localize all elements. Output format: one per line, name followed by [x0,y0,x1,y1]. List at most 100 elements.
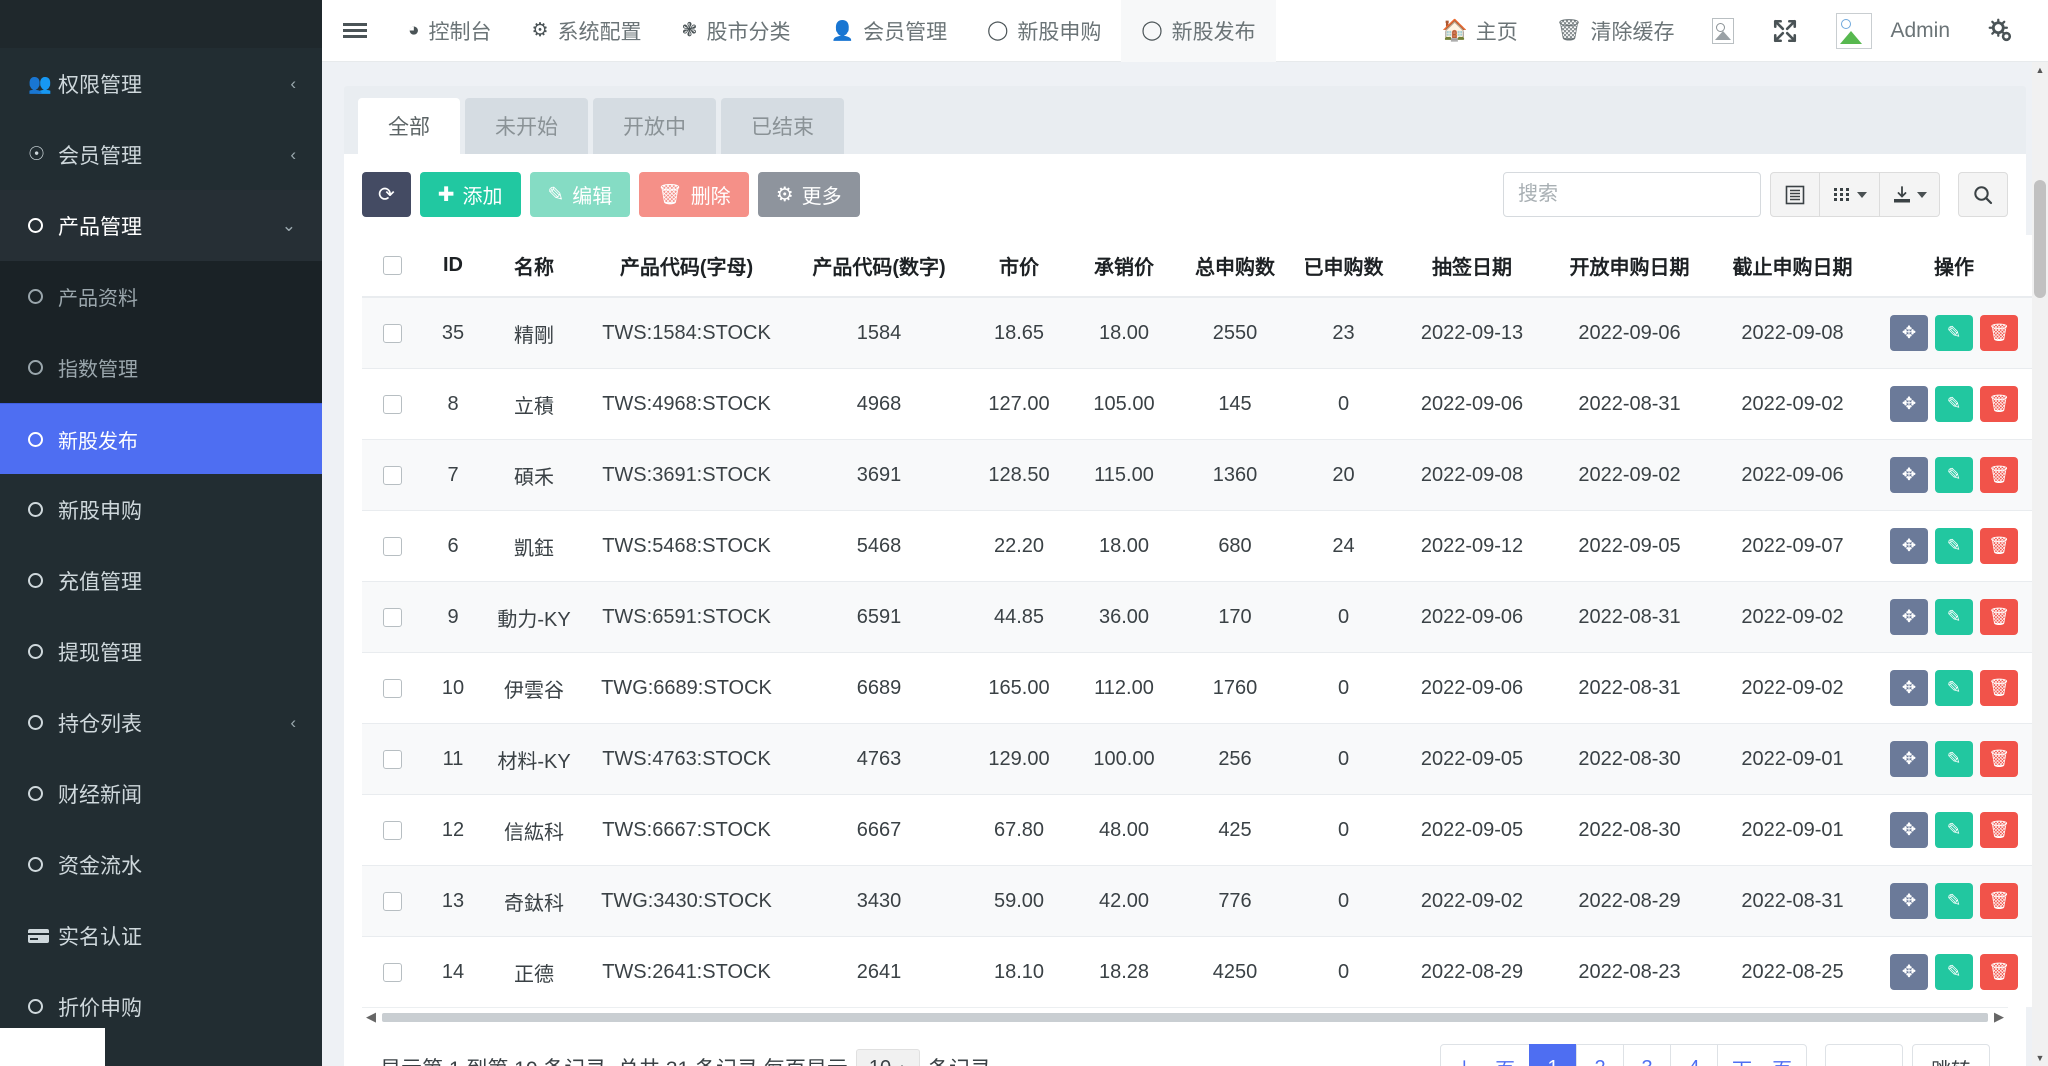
select-all-checkbox[interactable] [383,256,402,275]
row-delete-button[interactable]: 🗑 [1980,528,2018,564]
move-icon[interactable]: ✥ [1890,528,1928,564]
scroll-up-icon[interactable]: ▲ [2032,62,2048,78]
sidebar-item-9[interactable]: 持仓列表‹ [0,687,322,758]
row-delete-button[interactable]: 🗑 [1980,883,2018,919]
top-nav-3[interactable]: 👤会员管理 [810,0,967,62]
move-icon[interactable]: ✥ [1890,812,1928,848]
row-delete-button[interactable]: 🗑 [1980,670,2018,706]
tab-1[interactable]: 未开始 [465,98,588,154]
row-checkbox-cell[interactable] [362,866,422,937]
hamburger-icon[interactable] [322,0,388,62]
window-scrollbar[interactable]: ▲ ▼ [2032,62,2048,1066]
row-delete-button[interactable]: 🗑 [1980,741,2018,777]
row-edit-button[interactable]: ✎ [1935,741,1973,777]
table-row[interactable]: 35精剛TWS:1584:STOCK158418.6518.0025502320… [362,297,2034,369]
table-row[interactable]: 10伊雲谷TWG:6689:STOCK6689165.00112.0017600… [362,653,2034,724]
scroll-right-icon[interactable]: ▶ [1994,1009,2004,1025]
sidebar-item-3[interactable]: 产品资料 [0,261,322,332]
sidebar-item-7[interactable]: 充值管理 [0,545,322,616]
page-size-selector[interactable]: 10 [856,1049,920,1066]
move-icon[interactable]: ✥ [1890,670,1928,706]
broken-image-button[interactable] [1694,0,1752,62]
row-checkbox[interactable] [383,821,402,840]
export-dropdown-button[interactable] [1880,172,1940,217]
table-row[interactable]: 11材料-KYTWS:4763:STOCK4763129.00100.00256… [362,724,2034,795]
row-checkbox-cell[interactable] [362,653,422,724]
row-checkbox[interactable] [383,608,402,627]
top-nav-1[interactable]: ⚙系统配置 [511,0,661,62]
top-nav-2[interactable]: ❃股市分类 [662,0,811,62]
clear-cache-button[interactable]: 🗑 清除缓存 [1538,0,1693,62]
scroll-left-icon[interactable]: ◀ [366,1009,376,1025]
move-icon[interactable]: ✥ [1890,457,1928,493]
top-nav-5[interactable]: ◯新股发布 [1121,0,1275,62]
row-delete-button[interactable]: 🗑 [1980,315,2018,351]
horizontal-scrollbar[interactable]: ◀ ▶ [362,1007,2008,1026]
select-all-header[interactable] [362,235,422,297]
settings-button[interactable] [1970,0,2032,62]
refresh-button[interactable]: ⟳ [362,172,411,217]
row-checkbox[interactable] [383,750,402,769]
row-checkbox-cell[interactable] [362,795,422,866]
table-row[interactable]: 14正德TWS:2641:STOCK264118.1018.2842500202… [362,937,2034,1008]
columns-dropdown-button[interactable] [1820,172,1880,217]
window-scroll-thumb[interactable] [2034,180,2046,298]
sidebar-item-12[interactable]: 实名认证 [0,900,322,971]
row-edit-button[interactable]: ✎ [1935,599,1973,635]
jump-page-input[interactable] [1825,1044,1903,1066]
jump-button[interactable]: 跳转 [1912,1044,1990,1066]
search-button[interactable] [1958,172,2008,217]
move-icon[interactable]: ✥ [1890,315,1928,351]
row-checkbox-cell[interactable] [362,440,422,511]
row-checkbox-cell[interactable] [362,369,422,440]
page-button-1[interactable]: 1 [1529,1044,1577,1066]
next-page-button[interactable]: 下一页 [1717,1044,1807,1066]
list-view-button[interactable] [1770,172,1820,217]
row-edit-button[interactable]: ✎ [1935,954,1973,990]
top-nav-0[interactable]: ◕控制台 [388,0,511,62]
row-edit-button[interactable]: ✎ [1935,670,1973,706]
row-checkbox-cell[interactable] [362,511,422,582]
row-checkbox-cell[interactable] [362,937,422,1008]
tab-0[interactable]: 全部 [358,98,460,154]
fullscreen-button[interactable] [1754,0,1816,62]
tab-3[interactable]: 已结束 [721,98,844,154]
sidebar-item-8[interactable]: 提现管理 [0,616,322,687]
sidebar-item-10[interactable]: 财经新闻 [0,758,322,829]
table-row[interactable]: 13奇鈦科TWG:3430:STOCK343059.0042.007760202… [362,866,2034,937]
edit-button[interactable]: ✎ 编辑 [530,172,631,217]
row-checkbox[interactable] [383,892,402,911]
row-edit-button[interactable]: ✎ [1935,812,1973,848]
sidebar-item-11[interactable]: 资金流水 [0,829,322,900]
row-edit-button[interactable]: ✎ [1935,883,1973,919]
row-delete-button[interactable]: 🗑 [1980,812,2018,848]
row-delete-button[interactable]: 🗑 [1980,954,2018,990]
page-button-3[interactable]: 3 [1623,1044,1671,1066]
delete-button[interactable]: 🗑 删除 [639,172,748,217]
prev-page-button[interactable]: 上一页 [1440,1044,1530,1066]
sidebar-item-1[interactable]: ☉会员管理‹ [0,119,322,190]
scroll-down-icon[interactable]: ▼ [2032,1050,2048,1066]
move-icon[interactable]: ✥ [1890,741,1928,777]
row-checkbox-cell[interactable] [362,724,422,795]
sidebar-item-0[interactable]: 👥权限管理‹ [0,48,322,119]
row-checkbox[interactable] [383,466,402,485]
row-delete-button[interactable]: 🗑 [1980,386,2018,422]
row-edit-button[interactable]: ✎ [1935,386,1973,422]
search-input[interactable] [1503,172,1761,217]
table-row[interactable]: 7碩禾TWS:3691:STOCK3691128.50115.001360202… [362,440,2034,511]
move-icon[interactable]: ✥ [1890,386,1928,422]
sidebar-item-4[interactable]: 指数管理 [0,332,322,403]
add-button[interactable]: ✚ 添加 [420,172,521,217]
row-edit-button[interactable]: ✎ [1935,528,1973,564]
row-edit-button[interactable]: ✎ [1935,315,1973,351]
page-button-4[interactable]: 4 [1670,1044,1718,1066]
table-row[interactable]: 6凱鈺TWS:5468:STOCK546822.2018.00680242022… [362,511,2034,582]
tab-2[interactable]: 开放中 [593,98,716,154]
more-button[interactable]: ⚙ 更多 [758,172,860,217]
sidebar-item-2[interactable]: 产品管理⌄ [0,190,322,261]
row-checkbox-cell[interactable] [362,297,422,369]
sidebar-item-5[interactable]: 新股发布 [0,403,322,474]
row-checkbox[interactable] [383,679,402,698]
user-menu[interactable]: Admin [1818,0,1968,62]
